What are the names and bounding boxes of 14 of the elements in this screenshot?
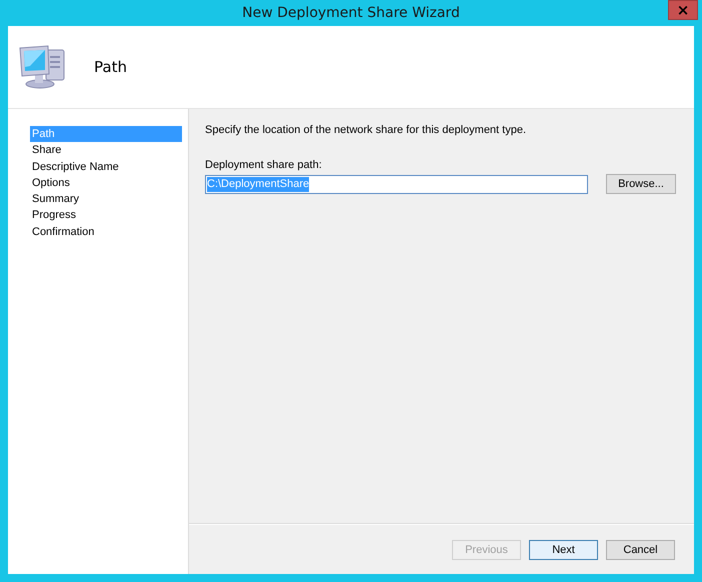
browse-button[interactable]: Browse... (606, 174, 676, 194)
step-item[interactable]: Descriptive Name (30, 158, 182, 175)
step-item[interactable]: Summary (30, 191, 182, 208)
field-label: Deployment share path: (205, 159, 323, 171)
step-item[interactable]: Progress (30, 207, 182, 224)
wizard-button[interactable]: Next (529, 540, 598, 560)
close-button[interactable]: × (668, 0, 698, 20)
page-heading: Path (94, 58, 127, 76)
step-item[interactable]: Options (30, 174, 182, 192)
step-item[interactable]: Share (30, 142, 182, 159)
wizard-button[interactable]: Cancel (606, 540, 675, 560)
step-item[interactable]: Confirmation (30, 224, 182, 240)
window-title: New Deployment Share Wizard (242, 5, 460, 21)
instruction-text: Specify the location of the network share for this deployment type. (205, 124, 528, 136)
